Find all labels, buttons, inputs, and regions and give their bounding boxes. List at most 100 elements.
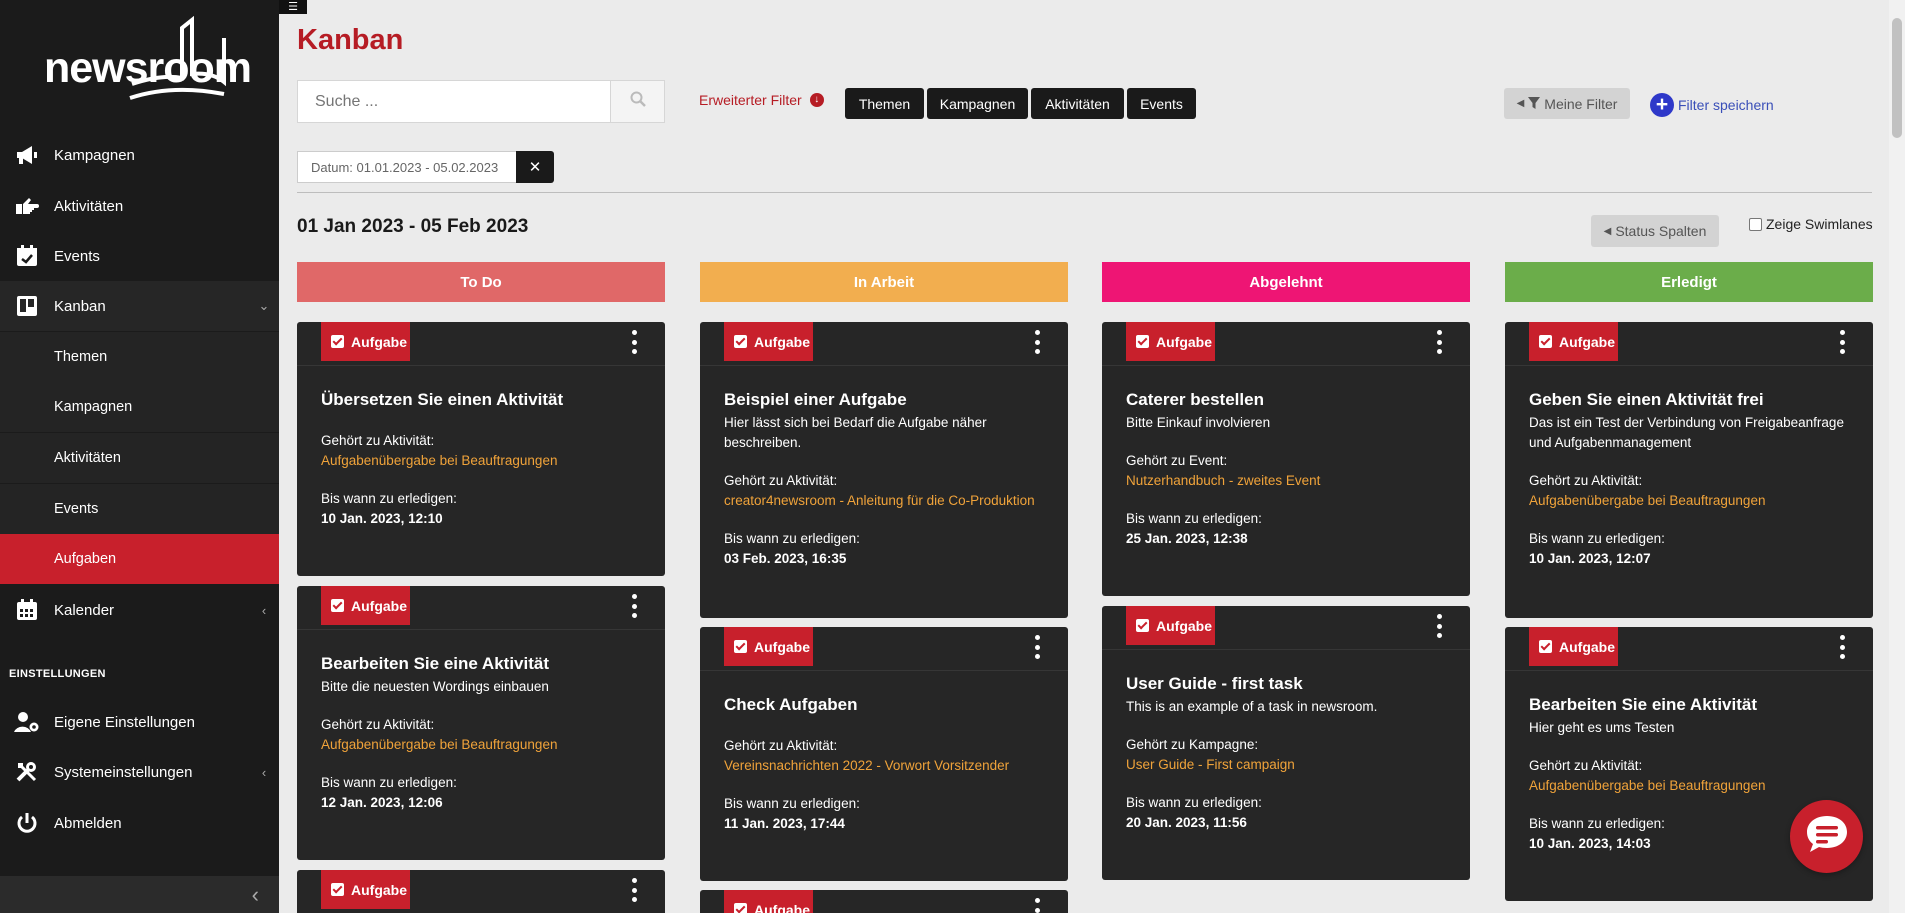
kebab-menu-icon[interactable] [1034,898,1040,913]
kebab-menu-icon[interactable] [631,594,637,618]
nav-label: Kampagnen [54,146,135,164]
chat-button[interactable] [1790,800,1863,873]
scrollbar-thumb[interactable] [1892,18,1902,138]
card-due-date: 12 Jan. 2023, 12:06 [321,795,443,810]
power-icon [0,812,54,834]
nav-aktivitaeten[interactable]: Aktivitäten [0,181,279,231]
card-title: Bearbeiten Sie eine Aktivität [321,654,550,673]
search-input[interactable] [297,80,611,123]
card-due-date: 11 Jan. 2023, 17:44 [724,816,845,831]
arrow-down-icon: ↓ [809,93,824,107]
card-due-label: Bis wann zu erledigen: [1126,511,1262,526]
card-header: Aufgabe [1102,322,1470,366]
kebab-menu-icon[interactable] [1034,330,1040,354]
nav-kanban[interactable]: Kanban ⌄ [0,281,279,331]
nav-kalender[interactable]: Kalender ‹ [0,585,279,635]
my-filter-button[interactable]: ◀ Meine Filter [1504,88,1630,119]
nav-label: Aktivitäten [54,197,124,215]
card-due-date: 03 Feb. 2023, 16:35 [724,551,847,566]
card-ref-label: Gehört zu Aktivität: [724,738,838,753]
card-ref-link[interactable]: Aufgabenübergabe bei Beauftragungen [321,735,641,755]
tools-icon [0,761,54,783]
kebab-menu-icon[interactable] [631,878,637,902]
card-title: User Guide - first task [1126,674,1303,693]
kebab-menu-icon[interactable] [1839,635,1845,659]
card-header: Aufgabe [700,322,1068,366]
kebab-menu-icon[interactable] [1034,635,1040,659]
nav-events[interactable]: Events [0,231,279,281]
filter-icon [1528,96,1541,112]
card-ref-link[interactable]: Vereinsnachrichten 2022 - Vorwort Vorsit… [724,756,1044,776]
card-ref-link[interactable]: Aufgabenübergabe bei Beauftragungen [1529,776,1849,796]
card-ref-link[interactable]: Aufgabenübergabe bei Beauftragungen [321,451,641,471]
filter-themen-button[interactable]: Themen [845,88,924,119]
task-card[interactable]: Aufgabe [700,890,1068,913]
column-header-todo: To Do [297,262,665,302]
task-card[interactable]: Aufgabe Bearbeiten Sie eine Aktivität Bi… [297,586,665,860]
card-description: Bitte Einkauf involvieren [1126,415,1271,430]
chevron-left-icon: ‹ [261,602,267,618]
card-description: Hier geht es ums Testen [1529,720,1675,735]
kebab-menu-icon[interactable] [1436,330,1442,354]
chevron-left-icon[interactable]: ‹ [252,882,259,908]
kebab-menu-icon[interactable] [1839,330,1845,354]
filter-kampagnen-button[interactable]: Kampagnen [927,88,1028,119]
card-title: Übersetzen Sie einen Aktivität [321,390,564,409]
nav-sub-events[interactable]: Events [0,484,279,534]
nav-kampagnen[interactable]: Kampagnen [0,130,279,180]
app: newsroom Kampagnen Aktivitäten Events Ka… [0,0,1905,913]
status-columns-button[interactable]: ◀ Status Spalten [1591,215,1719,247]
task-card[interactable]: Aufgabe User Guide - first task This is … [1102,606,1470,880]
nav-label: Abmelden [54,814,122,832]
task-badge: Aufgabe [321,586,410,625]
card-ref-label: Gehört zu Aktivität: [724,473,838,488]
task-card[interactable]: Aufgabe Beispiel einer Aufgabe Hier läss… [700,322,1068,618]
card-header: Aufgabe [700,627,1068,671]
badge-label: Aufgabe [1156,333,1212,350]
kebab-menu-icon[interactable] [631,330,637,354]
sidebar-footer: ‹ [0,876,279,913]
card-description: Bitte die neuesten Wordings einbauen [321,679,549,694]
task-card[interactable]: Aufgabe Caterer bestellen Bitte Einkauf … [1102,322,1470,596]
task-card[interactable]: Aufgabe Übersetzen Sie einen Aktivität G… [297,322,665,576]
task-card[interactable]: Aufgabe Check Aufgaben Gehört zu Aktivit… [700,627,1068,881]
task-badge: Aufgabe [724,890,813,913]
nav-sub-aktivitaeten[interactable]: Aktivitäten [0,433,279,483]
task-card[interactable]: Aufgabe Geben Sie einen Aktivität frei D… [1505,322,1873,618]
search-button[interactable] [610,80,665,123]
card-due-label: Bis wann zu erledigen: [321,491,457,506]
extended-filter-toggle[interactable]: Erweiterter Filter ↓ [699,92,824,108]
menu-toggle-icon[interactable]: ☰ [279,0,307,14]
card-ref-link[interactable]: Nutzerhandbuch - zweites Event [1126,471,1446,491]
card-ref-label: Gehört zu Aktivität: [1529,473,1643,488]
card-ref-link[interactable]: Aufgabenübergabe bei Beauftragungen [1529,491,1849,511]
filter-events-button[interactable]: Events [1127,88,1196,119]
column-header-in-arbeit: In Arbeit [700,262,1068,302]
save-filter-button[interactable]: + Filter speichern [1650,93,1774,117]
swimlanes-toggle: Zeige Swimlanes [1749,216,1873,232]
nav-systemeinstellungen[interactable]: Systemeinstellungen ‹ [0,747,279,797]
card-header: Aufgabe [297,870,665,913]
close-icon[interactable]: ✕ [516,151,554,183]
swimlanes-checkbox[interactable] [1749,217,1762,231]
task-badge: Aufgabe [1126,322,1215,361]
megaphone-icon [0,145,54,165]
nav-sub-aufgaben[interactable]: Aufgaben [0,534,279,584]
task-card[interactable]: Aufgabe [297,870,665,913]
card-ref-link[interactable]: creator4newsroom - Anleitung für die Co-… [724,491,1044,511]
nav-sub-themen[interactable]: Themen [0,332,279,382]
calendar-icon [0,599,54,621]
caret-left-icon: ◀ [1516,98,1525,109]
task-badge: Aufgabe [1529,627,1618,666]
vertical-scrollbar[interactable] [1889,0,1905,913]
kebab-menu-icon[interactable] [1436,614,1442,638]
column-header-erledigt: Erledigt [1505,262,1873,302]
nav-abmelden[interactable]: Abmelden [0,798,279,848]
nav-sub-kampagnen[interactable]: Kampagnen [0,382,279,432]
card-ref-link[interactable]: User Guide - First campaign [1126,755,1446,775]
nav-eigene-einstellungen[interactable]: Eigene Einstellungen [0,697,279,747]
logo[interactable]: newsroom [42,16,252,100]
nav-label: Eigene Einstellungen [54,713,195,731]
card-due-date: 25 Jan. 2023, 12:38 [1126,531,1248,546]
filter-aktivitaeten-button[interactable]: Aktivitäten [1031,88,1124,119]
